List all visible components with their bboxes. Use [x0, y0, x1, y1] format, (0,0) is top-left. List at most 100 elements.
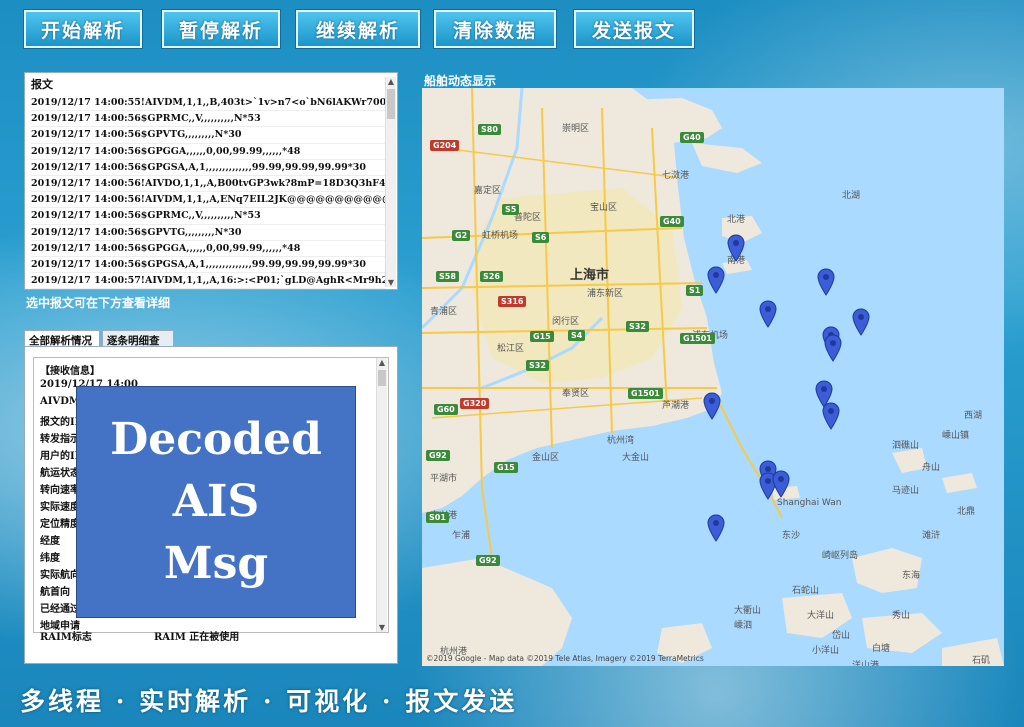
road-shield: G92	[426, 450, 450, 461]
map-place-label: 崎岖列岛	[822, 551, 859, 561]
map-place-label: 大金山	[622, 453, 650, 463]
message-row[interactable]: 2019/12/17 14:00:56$GPGSA,A,1,,,,,,,,,,,…	[31, 257, 385, 274]
ship-marker-icon[interactable]	[822, 402, 840, 430]
message-row[interactable]: 2019/12/17 14:00:56!AIVDO,1,1,,A,B00tvGP…	[31, 176, 385, 193]
map-place-label: 岱山	[832, 631, 851, 641]
map-place-label: 崇明区	[562, 124, 590, 134]
road-shield: S26	[480, 271, 503, 282]
map-place-label: 奉贤区	[562, 389, 590, 399]
map-place-label: 闵行区	[552, 317, 580, 327]
detail-row: 已经通过	[40, 604, 80, 615]
ship-marker-icon[interactable]	[707, 266, 725, 294]
map-place-label: 泗礁山	[892, 441, 920, 451]
road-shield: G2	[452, 230, 471, 241]
ship-marker-icon[interactable]	[852, 308, 870, 336]
message-row[interactable]: 2019/12/17 14:00:57!AIVDM,1,1,,A,16:>:<P…	[31, 273, 385, 290]
scroll-up-icon[interactable]: ▲	[377, 358, 387, 367]
detail-row: 用户的II	[40, 451, 80, 462]
raim-label: RAIM标志	[40, 632, 92, 643]
map-place-label: 北湖	[842, 191, 861, 201]
detail-row: 定位精度	[40, 519, 80, 530]
overlay-line: Decoded	[110, 414, 322, 465]
message-row[interactable]: 2019/12/17 14:00:56!AIVDM,1,1,,A,ENq7EIL…	[31, 192, 385, 209]
overlay-line: AIS	[172, 476, 260, 527]
map-place-label: 杭州湾	[607, 436, 635, 446]
map-place-label: 七滧港	[662, 171, 690, 181]
ship-marker-icon[interactable]	[817, 268, 835, 296]
map-city-label: 上海市	[570, 268, 610, 283]
road-shield: S5	[502, 204, 520, 215]
road-shield: G92	[476, 555, 500, 566]
ship-map[interactable]: 上海市 崇明区 七滧港 宝山区 嘉定区 普陀区 浦东新区 闵行区 松江区 青浦区…	[422, 88, 1004, 666]
message-row[interactable]: 2019/12/17 14:00:56$GPRMC,,V,,,,,,,,,,N*…	[31, 208, 385, 225]
map-place-label: 北港	[727, 215, 746, 225]
ship-marker-icon[interactable]	[703, 392, 721, 420]
road-shield: S4	[568, 330, 586, 341]
message-hint: 选中报文可在下方查看详细	[26, 296, 171, 310]
detail-row: 航首向	[40, 587, 70, 598]
road-shield: G15	[530, 331, 554, 342]
map-place-label: 大衢山	[734, 606, 762, 616]
scroll-down-icon[interactable]: ▼	[386, 278, 396, 287]
map-place-label: 金山区	[532, 453, 560, 463]
map-place-label: 秀山	[892, 611, 911, 621]
footer-slogan: 多线程 · 实时解析 · 可视化 · 报文发送	[20, 687, 518, 716]
map-place-label: 松江区	[497, 344, 525, 354]
scroll-down-icon[interactable]: ▼	[377, 623, 387, 632]
detail-row: 实际速度	[40, 502, 80, 513]
message-list-scrollbar[interactable]: ▲ ▼	[385, 77, 396, 287]
message-rows: 2019/12/17 14:00:55!AIVDM,1,1,,B,403t>`1…	[31, 95, 385, 290]
detail-row: 航运状态	[40, 468, 80, 479]
message-row[interactable]: 2019/12/17 14:00:56$GPVTG,,,,,,,,,N*30	[31, 225, 385, 241]
scroll-thumb[interactable]	[387, 89, 395, 119]
message-row[interactable]: 2019/12/17 14:00:55!AIVDM,1,1,,B,403t>`1…	[31, 95, 385, 112]
message-row[interactable]: 2019/12/17 14:00:56$GPGGA,,,,,,0,00,99.9…	[31, 144, 385, 160]
clear-data-button[interactable]: 清除数据	[434, 10, 556, 48]
ship-marker-icon[interactable]	[824, 334, 842, 362]
road-shield: S80	[478, 124, 501, 135]
road-shield: S58	[436, 271, 459, 282]
map-place-label: 乍浦	[452, 531, 471, 541]
map-place-label: 嵊山镇	[942, 431, 970, 441]
map-place-label: 平湖市	[430, 474, 458, 484]
overlay-line: Msg	[163, 538, 269, 589]
map-place-label: 青浦区	[430, 307, 458, 317]
raim-value: RAIM 正在被使用	[154, 632, 240, 643]
scroll-thumb[interactable]	[378, 370, 386, 386]
detail-row: 转发指示	[40, 434, 80, 445]
road-shield: S32	[626, 321, 649, 332]
road-shield: G204	[430, 140, 460, 151]
scroll-up-icon[interactable]: ▲	[386, 77, 396, 86]
map-place-label: 东海	[902, 571, 921, 581]
detail-row: 实际航向	[40, 570, 80, 581]
ship-marker-icon[interactable]	[707, 514, 725, 542]
map-place-label: 石矶	[972, 656, 991, 666]
detail-row: 转向速率	[40, 485, 80, 496]
road-shield: G320	[460, 398, 490, 409]
map-place-label: 滩浒	[922, 531, 941, 541]
map-place-label: 北鼎	[957, 507, 976, 517]
ship-marker-icon[interactable]	[727, 234, 745, 262]
detail-scrollbar[interactable]: ▲ ▼	[376, 358, 387, 632]
map-place-label: 宝山区	[590, 203, 618, 213]
map-place-label: 东沙	[782, 531, 801, 541]
road-shield: G60	[434, 404, 458, 415]
pause-parse-button[interactable]: 暂停解析	[162, 10, 280, 48]
ship-marker-icon[interactable]	[759, 300, 777, 328]
map-place-label: 石蛇山	[792, 586, 820, 596]
detail-row: 【接收信息】	[40, 366, 100, 377]
message-row[interactable]: 2019/12/17 14:00:56$GPVTG,,,,,,,,,N*30	[31, 127, 385, 144]
message-row[interactable]: 2019/12/17 14:00:56$GPGGA,,,,,,0,00,99.9…	[31, 241, 385, 257]
ship-marker-icon[interactable]	[772, 470, 790, 498]
road-shield: G15	[494, 462, 518, 473]
message-list[interactable]: 报文 2019/12/17 14:00:55!AIVDM,1,1,,B,403t…	[24, 72, 398, 290]
message-row[interactable]: 2019/12/17 14:00:56$GPGSA,A,1,,,,,,,,,,,…	[31, 160, 385, 176]
start-parse-button[interactable]: 开始解析	[24, 10, 142, 48]
send-message-button[interactable]: 发送报文	[574, 10, 694, 48]
road-shield: S32	[526, 360, 549, 371]
road-shield: G1501	[628, 388, 663, 399]
detail-row: 经度	[40, 536, 60, 547]
resume-parse-button[interactable]: 继续解析	[296, 10, 420, 48]
message-list-header: 报文	[31, 78, 53, 91]
message-row[interactable]: 2019/12/17 14:00:56$GPRMC,,V,,,,,,,,,,N*…	[31, 111, 385, 128]
